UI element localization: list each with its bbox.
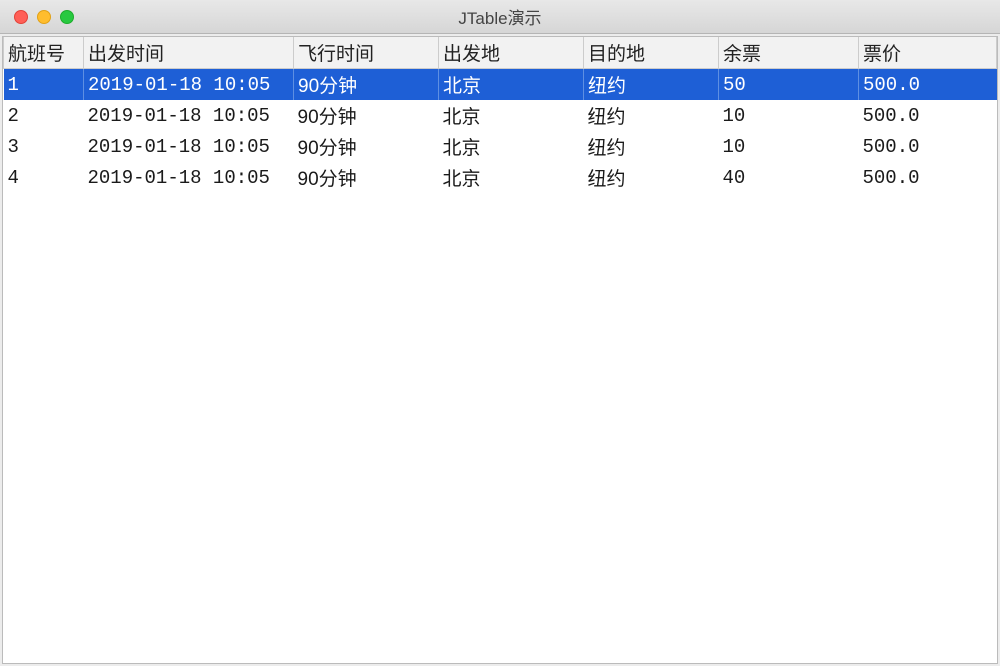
col-depart-time[interactable]: 出发时间 xyxy=(84,37,294,69)
cell-price[interactable]: 500.0 xyxy=(859,162,997,193)
cell-destination[interactable]: 纽约 xyxy=(584,100,719,131)
cell-depart_time[interactable]: 2019-01-18 10:05 xyxy=(84,162,294,193)
col-duration[interactable]: 飞行时间 xyxy=(294,37,439,69)
cell-destination[interactable]: 纽约 xyxy=(584,69,719,101)
maximize-icon[interactable] xyxy=(60,10,74,24)
col-origin[interactable]: 出发地 xyxy=(439,37,584,69)
col-price[interactable]: 票价 xyxy=(859,37,997,69)
cell-depart_time[interactable]: 2019-01-18 10:05 xyxy=(84,69,294,101)
cell-duration[interactable]: 90分钟 xyxy=(294,162,439,193)
cell-remaining[interactable]: 10 xyxy=(719,131,859,162)
cell-flight_no[interactable]: 1 xyxy=(4,69,84,101)
table-body: 12019-01-18 10:0590分钟北京纽约50500.022019-01… xyxy=(4,69,997,194)
traffic-lights xyxy=(0,10,74,24)
cell-price[interactable]: 500.0 xyxy=(859,100,997,131)
table-row[interactable]: 42019-01-18 10:0590分钟北京纽约40500.0 xyxy=(4,162,997,193)
cell-duration[interactable]: 90分钟 xyxy=(294,69,439,101)
col-remaining[interactable]: 余票 xyxy=(719,37,859,69)
cell-flight_no[interactable]: 3 xyxy=(4,131,84,162)
window-title: JTable演示 xyxy=(0,4,1000,29)
cell-origin[interactable]: 北京 xyxy=(439,100,584,131)
cell-destination[interactable]: 纽约 xyxy=(584,162,719,193)
table-row[interactable]: 12019-01-18 10:0590分钟北京纽约50500.0 xyxy=(4,69,997,101)
cell-destination[interactable]: 纽约 xyxy=(584,131,719,162)
table-row[interactable]: 22019-01-18 10:0590分钟北京纽约10500.0 xyxy=(4,100,997,131)
window: JTable演示 航班号 出发时间 飞行时间 出发地 目的地 余票 票价 120… xyxy=(0,0,1000,666)
cell-price[interactable]: 500.0 xyxy=(859,69,997,101)
flights-table[interactable]: 航班号 出发时间 飞行时间 出发地 目的地 余票 票价 12019-01-18 … xyxy=(3,37,997,193)
cell-flight_no[interactable]: 2 xyxy=(4,100,84,131)
cell-flight_no[interactable]: 4 xyxy=(4,162,84,193)
cell-origin[interactable]: 北京 xyxy=(439,131,584,162)
cell-origin[interactable]: 北京 xyxy=(439,69,584,101)
cell-duration[interactable]: 90分钟 xyxy=(294,131,439,162)
table-row[interactable]: 32019-01-18 10:0590分钟北京纽约10500.0 xyxy=(4,131,997,162)
col-destination[interactable]: 目的地 xyxy=(584,37,719,69)
close-icon[interactable] xyxy=(14,10,28,24)
cell-remaining[interactable]: 40 xyxy=(719,162,859,193)
cell-depart_time[interactable]: 2019-01-18 10:05 xyxy=(84,100,294,131)
table-header-row[interactable]: 航班号 出发时间 飞行时间 出发地 目的地 余票 票价 xyxy=(4,37,997,69)
cell-price[interactable]: 500.0 xyxy=(859,131,997,162)
cell-depart_time[interactable]: 2019-01-18 10:05 xyxy=(84,131,294,162)
cell-remaining[interactable]: 10 xyxy=(719,100,859,131)
cell-duration[interactable]: 90分钟 xyxy=(294,100,439,131)
titlebar[interactable]: JTable演示 xyxy=(0,0,1000,34)
minimize-icon[interactable] xyxy=(37,10,51,24)
col-flight-no[interactable]: 航班号 xyxy=(4,37,84,69)
cell-remaining[interactable]: 50 xyxy=(719,69,859,101)
table-container: 航班号 出发时间 飞行时间 出发地 目的地 余票 票价 12019-01-18 … xyxy=(2,36,998,664)
cell-origin[interactable]: 北京 xyxy=(439,162,584,193)
